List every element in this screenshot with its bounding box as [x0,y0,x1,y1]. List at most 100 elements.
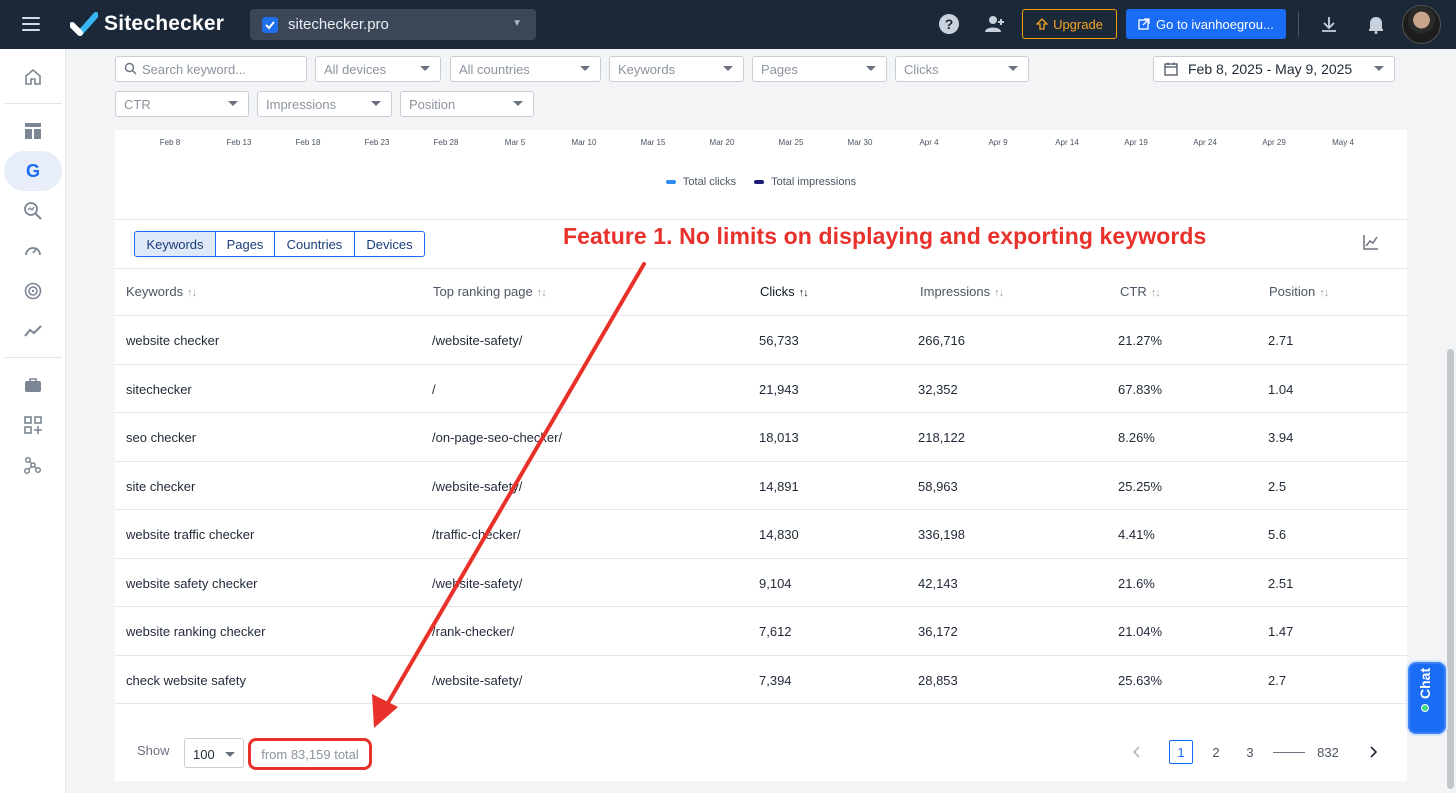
date-range-picker[interactable]: Feb 8, 2025 - May 9, 2025 [1153,56,1395,82]
sort-icon: ↑↓ [187,287,197,299]
cell-top-page[interactable]: / [432,382,436,397]
rows-per-page-value: 100 [193,747,215,762]
section-divider [115,219,1407,220]
table-row[interactable]: site checker/website-safety/14,891 58,963… [115,462,1407,510]
keyword-research-icon[interactable] [4,191,62,231]
go-to-account-button[interactable]: Go to ivanhoegrou... [1126,9,1286,39]
x-axis-tick: Feb 28 [433,138,459,147]
tab-keywords[interactable]: Keywords [135,232,216,256]
cell-top-page[interactable]: /website-safety/ [432,673,522,688]
briefcase-icon[interactable] [4,365,62,405]
rows-per-page-select[interactable]: 100 [184,738,244,768]
apps-grid-icon[interactable] [4,405,62,445]
table-row[interactable]: website safety checker/website-safety/9,… [115,559,1407,607]
chevron-down-icon [513,101,523,106]
cell-top-page[interactable]: /website-safety/ [432,479,522,494]
column-header-label: Top ranking page [433,284,533,299]
column-header-clicks[interactable]: Clicks ↑↓ [760,284,809,299]
cell-top-page[interactable]: /website-safety/ [432,333,522,348]
column-header-label: CTR [1120,284,1147,299]
clicks-filter[interactable]: Clicks [895,56,1029,82]
column-header-ctr[interactable]: CTR ↑↓ [1120,284,1161,299]
user-avatar[interactable] [1402,5,1441,44]
cell-top-page[interactable]: /on-page-seo-checker/ [432,430,562,445]
cell-impressions: 58,963 [918,478,958,494]
upgrade-button[interactable]: Upgrade [1022,9,1117,39]
pagination: 1 2 3 832 [1117,740,1407,764]
chart-toggle-icon[interactable] [1363,234,1381,252]
x-axis-tick: Apr 29 [1262,138,1286,147]
tab-countries[interactable]: Countries [275,232,355,256]
table-row[interactable]: check website safety/website-safety/7,39… [115,656,1407,704]
chat-widget-button[interactable]: Chat [1408,662,1446,734]
legend-item-clicks[interactable]: Total clicks [665,176,736,188]
table-row[interactable]: check website/website-safety/6,43846,388… [115,704,1407,716]
project-selector[interactable]: sitechecker.pro ▼ [250,9,536,40]
cell-keyword: site checker [126,478,196,494]
total-count: from 83,159 total [248,738,372,770]
cell-position: 2.71 [1268,333,1294,348]
menu-icon[interactable] [22,17,40,31]
search-icon [124,62,137,75]
project-name: sitechecker.pro [288,16,389,33]
position-filter[interactable]: Position [400,91,534,117]
network-graph-icon[interactable] [4,445,62,485]
column-header-position[interactable]: Position ↑↓ [1269,284,1329,299]
ctr-filter[interactable]: CTR [115,91,249,117]
table-row[interactable]: website checker/website-safety/56,733 266… [115,316,1407,365]
help-icon[interactable]: ? [938,13,960,35]
column-header-top-page[interactable]: Top ranking page ↑↓ [433,284,547,299]
search-placeholder: Search keyword... [142,61,247,77]
table-row[interactable]: sitechecker / 21,943 32,352 67.83% 1.04 [115,365,1407,413]
speed-gauge-icon[interactable] [4,231,62,271]
project-favicon-icon [262,16,278,33]
x-axis-tick: Apr 4 [919,138,939,147]
devices-filter[interactable]: All devices [315,56,441,82]
table-row[interactable]: website traffic checker/traffic-checker/… [115,510,1407,559]
toolbar-divider [1298,12,1299,37]
next-page-icon[interactable] [1361,740,1385,764]
tab-devices[interactable]: Devices [355,232,424,256]
column-header-impressions[interactable]: Impressions ↑↓ [920,284,1004,299]
cell-keyword: sitechecker [126,381,192,397]
cell-top-page[interactable]: /website-safety/ [432,576,522,591]
notification-bell-icon[interactable] [1365,13,1387,35]
countries-filter[interactable]: All countries [450,56,601,82]
cell-top-page[interactable]: /traffic-checker/ [432,527,521,542]
x-axis-tick: Feb 23 [364,138,390,147]
cell-impressions: 218,122 [918,430,965,445]
google-search-console-icon[interactable]: G [4,151,62,191]
page-3[interactable]: 3 [1238,740,1262,764]
chevron-down-icon [1008,66,1018,71]
download-icon[interactable] [1318,13,1340,35]
page-2[interactable]: 2 [1204,740,1228,764]
tab-pages[interactable]: Pages [216,232,275,256]
scrollbar-thumb[interactable] [1447,349,1454,789]
cell-keyword: website safety checker [126,575,258,591]
legend-item-impressions[interactable]: Total impressions [754,176,856,188]
home-icon[interactable] [4,57,62,97]
page-1[interactable]: 1 [1169,740,1193,764]
page-scrollbar[interactable] [1445,49,1456,793]
sidebar-divider [4,357,62,358]
legend-swatch [665,180,676,184]
keywords-filter[interactable]: Keywords [609,56,744,82]
x-axis-tick: Apr 24 [1193,138,1217,147]
chevron-down-icon [371,101,381,106]
keyword-search-input[interactable]: Search keyword... [115,56,307,82]
page-last[interactable]: 832 [1316,740,1340,764]
cell-top-page[interactable]: /rank-checker/ [432,624,514,639]
pages-filter[interactable]: Pages [752,56,887,82]
dashboard-icon[interactable] [4,111,62,151]
prev-page-icon[interactable] [1125,740,1149,764]
table-row[interactable]: seo checker/on-page-seo-checker/18,013 21… [115,413,1407,462]
impressions-filter[interactable]: Impressions [257,91,392,117]
add-user-icon[interactable] [984,13,1006,35]
app-logo[interactable]: Sitechecker [70,11,224,37]
trend-line-icon[interactable] [4,311,62,351]
cell-keyword: seo checker [126,430,197,445]
table-row[interactable]: website ranking checker/rank-checker/7,6… [115,607,1407,656]
column-header-label: Impressions [920,284,991,299]
column-header-keywords[interactable]: Keywords ↑↓ [126,284,197,299]
target-icon[interactable] [4,271,62,311]
